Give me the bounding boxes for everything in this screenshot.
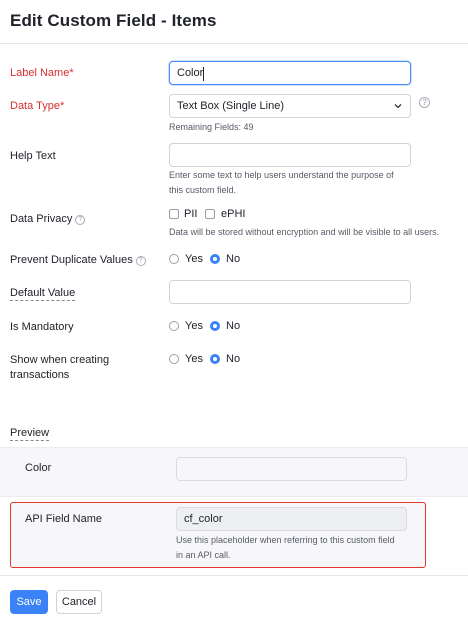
show-when-creating-no-label: No bbox=[226, 353, 241, 365]
pii-label: PII bbox=[184, 208, 198, 220]
prevent-duplicates-yes-radio[interactable] bbox=[169, 254, 179, 264]
prevent-duplicates-label-text: Prevent Duplicate Values bbox=[10, 254, 133, 266]
prevent-duplicates-yes-label: Yes bbox=[185, 253, 203, 265]
label-name-label: Label Name* bbox=[10, 67, 74, 79]
default-value-label: Default Value bbox=[10, 287, 76, 301]
is-mandatory-no-label: No bbox=[226, 320, 241, 332]
data-type-label: Data Type* bbox=[10, 100, 65, 112]
api-field-hint: Use this placeholder when referring to t… bbox=[176, 533, 416, 563]
default-value-label-text: Default Value bbox=[10, 287, 76, 301]
help-text-input[interactable] bbox=[169, 143, 411, 167]
ephi-label: ePHI bbox=[221, 208, 246, 220]
label-name-input[interactable]: Color bbox=[169, 61, 411, 85]
data-type-selected: Text Box (Single Line) bbox=[177, 100, 284, 112]
page-title: Edit Custom Field - Items bbox=[10, 11, 217, 30]
prevent-duplicates-no-label: No bbox=[226, 253, 241, 265]
data-privacy-note: Data will be stored without encryption a… bbox=[169, 227, 440, 237]
question-icon[interactable]: ? bbox=[75, 215, 86, 225]
preview-field-label: Color bbox=[25, 462, 52, 474]
data-type-select[interactable]: Text Box (Single Line) bbox=[169, 94, 411, 118]
show-when-creating-yes-radio[interactable] bbox=[169, 354, 179, 364]
data-privacy-label: Data Privacy? bbox=[10, 213, 86, 225]
show-when-creating-line2: transactions bbox=[10, 369, 70, 381]
text-caret bbox=[203, 67, 204, 81]
help-text-hint: Enter some text to help users understand… bbox=[169, 168, 394, 198]
preview-field-input bbox=[176, 457, 407, 481]
api-field-name-input[interactable]: cf_color bbox=[176, 507, 407, 531]
preview-heading-text: Preview bbox=[10, 427, 50, 441]
remaining-fields-text: Remaining Fields: 49 bbox=[169, 122, 254, 132]
data-privacy-label-text: Data Privacy bbox=[10, 213, 73, 225]
is-mandatory-yes-radio[interactable] bbox=[169, 321, 179, 331]
save-button[interactable]: Save bbox=[10, 590, 48, 614]
help-text-label: Help Text bbox=[10, 150, 56, 162]
help-text-hint-line2: this custom field. bbox=[169, 185, 237, 195]
prevent-duplicates-no-radio[interactable] bbox=[210, 254, 220, 264]
page-header: Edit Custom Field - Items bbox=[0, 0, 468, 44]
show-when-creating-yes-label: Yes bbox=[185, 353, 203, 365]
chevron-down-icon bbox=[394, 104, 402, 109]
api-field-name-value: cf_color bbox=[184, 513, 223, 525]
is-mandatory-label: Is Mandatory bbox=[10, 321, 74, 333]
pii-checkbox[interactable] bbox=[169, 209, 179, 219]
api-field-hint-line2: in an API call. bbox=[176, 550, 231, 560]
is-mandatory-no-radio[interactable] bbox=[210, 321, 220, 331]
help-text-hint-line1: Enter some text to help users understand… bbox=[169, 170, 394, 180]
help-icon[interactable]: ? bbox=[419, 97, 430, 108]
show-when-creating-label: Show when creating transactions bbox=[10, 353, 109, 383]
show-when-creating-line1: Show when creating bbox=[10, 354, 110, 366]
default-value-input[interactable] bbox=[169, 280, 411, 304]
footer-divider bbox=[0, 575, 468, 576]
api-field-hint-line1: Use this placeholder when referring to t… bbox=[176, 535, 395, 545]
is-mandatory-yes-label: Yes bbox=[185, 320, 203, 332]
cancel-button[interactable]: Cancel bbox=[56, 590, 102, 614]
show-when-creating-no-radio[interactable] bbox=[210, 354, 220, 364]
label-name-value: Color bbox=[177, 67, 204, 79]
question-icon[interactable]: ? bbox=[135, 256, 146, 266]
api-field-name-label: API Field Name bbox=[25, 513, 103, 525]
prevent-duplicates-label: Prevent Duplicate Values? bbox=[10, 254, 146, 266]
ephi-checkbox[interactable] bbox=[205, 209, 215, 219]
preview-heading: Preview bbox=[10, 427, 50, 441]
